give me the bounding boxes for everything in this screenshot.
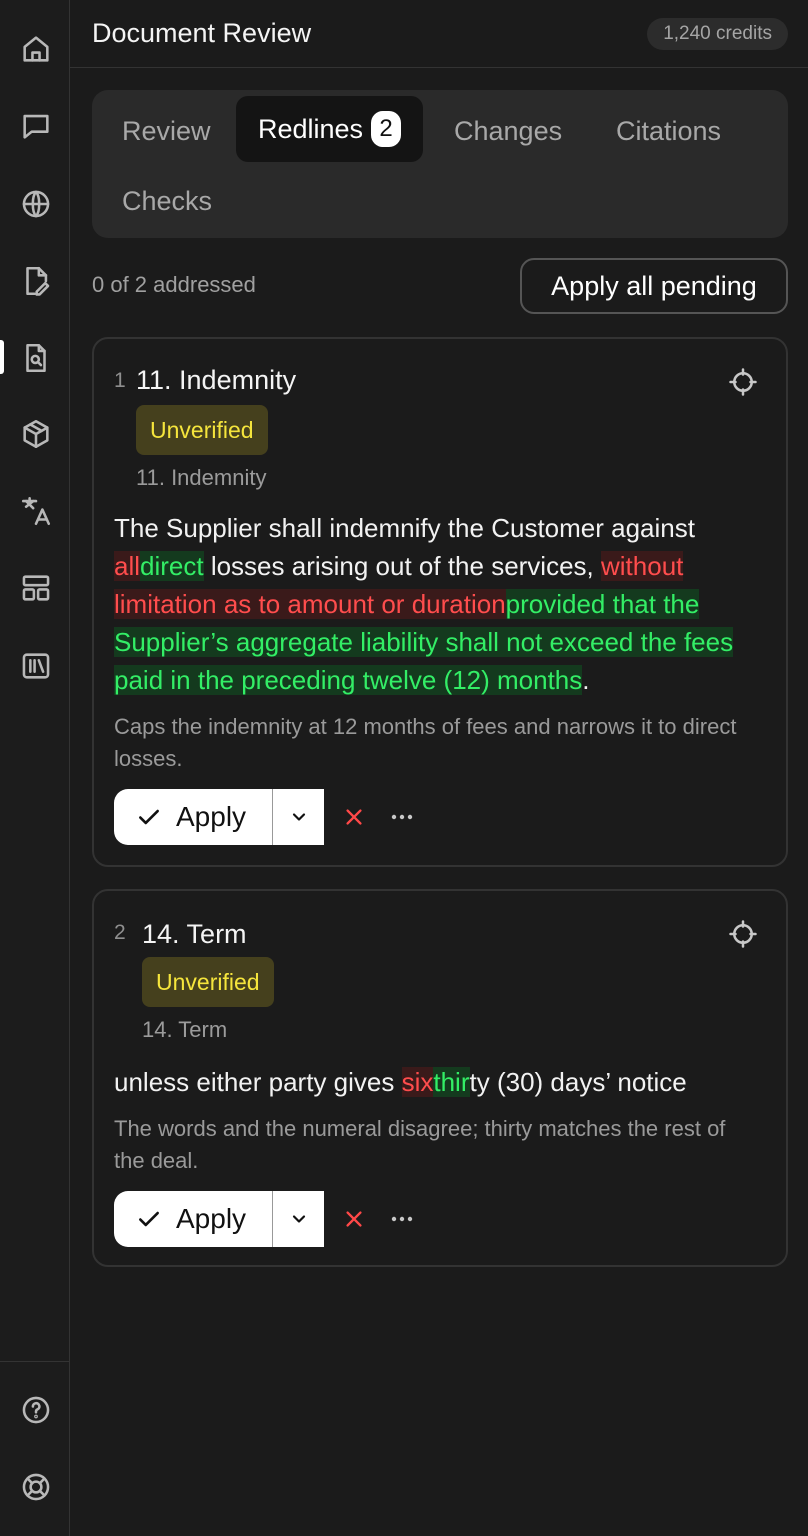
page-title: Document Review	[92, 18, 312, 48]
unchanged-text: .	[582, 665, 590, 695]
unchanged-text: unless either party gives	[114, 1067, 402, 1097]
status-badge: Unverified	[142, 957, 274, 1007]
active-indicator	[0, 340, 4, 374]
apply-options-dropdown[interactable]	[272, 789, 324, 845]
chevron-down-icon	[292, 1215, 305, 1223]
apply-label: Apply	[176, 1203, 247, 1234]
addressed-count: 0 of 2 addressed	[92, 272, 256, 297]
change-rationale: Caps the indemnity at 12 months of fees …	[114, 714, 737, 771]
deleted-text: six	[401, 1067, 434, 1097]
credits-badge: 1,240 credits	[647, 18, 788, 50]
chat-icon[interactable]	[15, 105, 57, 147]
more-dots-icon	[391, 1216, 413, 1222]
tab-checks[interactable]: Checks	[100, 168, 234, 234]
tab-changes[interactable]: Changes	[432, 98, 584, 164]
home-icon[interactable]	[15, 28, 57, 70]
redline-card: 1 11. Indemnity Unverified 11. Indemnity…	[92, 337, 788, 867]
redline-text: The Supplier shall indemnify the Custome…	[114, 509, 764, 699]
card-subtitle: 14. Term	[142, 1017, 228, 1042]
close-icon	[346, 809, 362, 825]
tab-review[interactable]: Review	[100, 98, 233, 164]
tab-label: Redlines	[258, 113, 364, 144]
library-icon[interactable]	[15, 645, 57, 687]
status-badge: Unverified	[136, 405, 268, 455]
change-rationale: The words and the numeral disagree; thir…	[114, 1116, 726, 1173]
tab-redlines[interactable]: Redlines 2	[236, 96, 424, 162]
card-title: 11. Indemnity	[136, 365, 297, 395]
inserted-text: direct	[140, 551, 204, 581]
tab-label: Checks	[122, 185, 213, 216]
unchanged-text: losses arising out of the services,	[203, 551, 601, 581]
sidebar	[0, 0, 70, 1536]
reject-button[interactable]	[340, 803, 368, 831]
redline-text: unless either party gives sixthirty (30)…	[114, 1063, 764, 1101]
chevron-down-icon	[292, 813, 305, 821]
document-search-icon[interactable]	[15, 337, 57, 379]
tab-bar: Review Redlines 2 Changes Citations Chec…	[92, 90, 788, 238]
globe-icon[interactable]	[15, 183, 57, 225]
tab-citations[interactable]: Citations	[594, 98, 743, 164]
tab-label: Changes	[454, 115, 563, 146]
header: Document Review 1,240 credits	[70, 0, 808, 68]
card-index: 1	[114, 369, 126, 392]
tab-label: Citations	[616, 115, 722, 146]
redline-card: 2 14. Term Unverified 14. Term unless ei…	[92, 889, 788, 1267]
unchanged-text: The Supplier shall indemnify the Custome…	[114, 513, 695, 543]
card-subtitle: 11. Indemnity	[136, 465, 267, 490]
help-icon[interactable]	[15, 1389, 57, 1431]
apply-all-pending-button[interactable]: Apply all pending	[520, 258, 788, 314]
document-edit-icon[interactable]	[15, 260, 57, 302]
card-index: 2	[114, 921, 126, 944]
tab-label: Review	[122, 115, 211, 146]
locate-target-icon[interactable]	[728, 919, 758, 949]
reject-button[interactable]	[340, 1205, 368, 1233]
unchanged-text: ty (30) days’ notice	[469, 1067, 687, 1097]
check-icon	[139, 1211, 159, 1227]
sidebar-divider	[0, 1361, 70, 1362]
close-icon	[346, 1211, 362, 1227]
apply-options-dropdown[interactable]	[272, 1191, 324, 1247]
card-title: 14. Term	[142, 919, 247, 949]
translate-icon[interactable]	[15, 490, 57, 532]
more-options-button[interactable]	[388, 803, 416, 831]
tab-count-badge: 2	[371, 111, 402, 147]
deleted-text: all	[114, 551, 141, 581]
apply-label: Apply	[176, 801, 247, 832]
cube-icon[interactable]	[15, 413, 57, 455]
more-options-button[interactable]	[388, 1205, 416, 1233]
check-icon	[139, 809, 159, 825]
support-icon[interactable]	[15, 1466, 57, 1508]
layout-icon[interactable]	[15, 567, 57, 609]
inserted-text: thir	[433, 1067, 470, 1097]
locate-target-icon[interactable]	[728, 367, 758, 397]
more-dots-icon	[391, 814, 413, 820]
